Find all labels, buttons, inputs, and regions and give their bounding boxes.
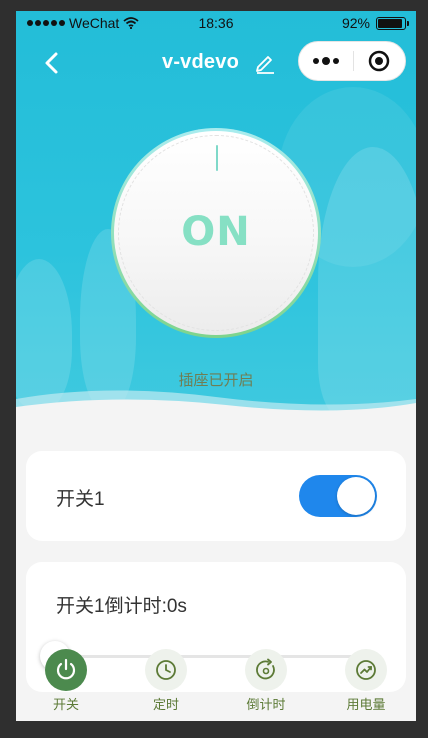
power-dial-face: ON (114, 131, 318, 335)
tab-timer[interactable]: 定时 (126, 649, 206, 713)
dial-indicator (216, 145, 218, 171)
tab-label: 用电量 (346, 697, 386, 712)
target-circle-icon[interactable] (353, 50, 405, 72)
nav-bar: v-vdevo (16, 41, 416, 85)
tab-bar: 开关 定时 倒计时 用电量 (16, 649, 416, 721)
tab-power-usage[interactable]: 用电量 (326, 649, 406, 713)
switch-card: 开关1 (26, 451, 406, 541)
more-dots-icon[interactable] (299, 57, 353, 65)
switch-toggle[interactable] (299, 475, 377, 517)
tab-countdown[interactable]: 倒计时 (226, 649, 306, 713)
chart-trend-icon (345, 649, 387, 691)
hero-banner: WeChat 18:36 92% v-vdevo ON 插座已开启 (16, 11, 416, 411)
status-battery: 92% (341, 15, 409, 31)
battery-percent: 92% (341, 15, 370, 31)
tab-label: 倒计时 (246, 697, 286, 712)
power-icon (45, 649, 87, 691)
mini-program-capsule (298, 41, 406, 81)
status-bar: WeChat 18:36 92% (16, 11, 416, 37)
pencil-icon[interactable] (254, 52, 276, 74)
clock-icon (145, 649, 187, 691)
tab-switch[interactable]: 开关 (26, 649, 106, 713)
toggle-knob (337, 477, 375, 515)
chevron-left-icon[interactable] (38, 49, 66, 77)
battery-icon (376, 16, 409, 30)
phone-screen: WeChat 18:36 92% v-vdevo ON 插座已开启 开关1 开关… (16, 11, 416, 721)
countdown-label: 开关1倒计时:0s (56, 596, 187, 617)
tab-label: 定时 (152, 697, 179, 712)
countdown-icon (245, 649, 287, 691)
tab-label: 开关 (52, 697, 79, 712)
wave-divider (16, 390, 416, 411)
page-title: v-vdevo (162, 51, 239, 73)
dial-state-text: ON (181, 209, 251, 255)
power-dial[interactable]: ON (111, 128, 321, 338)
switch-label: 开关1 (56, 489, 105, 510)
